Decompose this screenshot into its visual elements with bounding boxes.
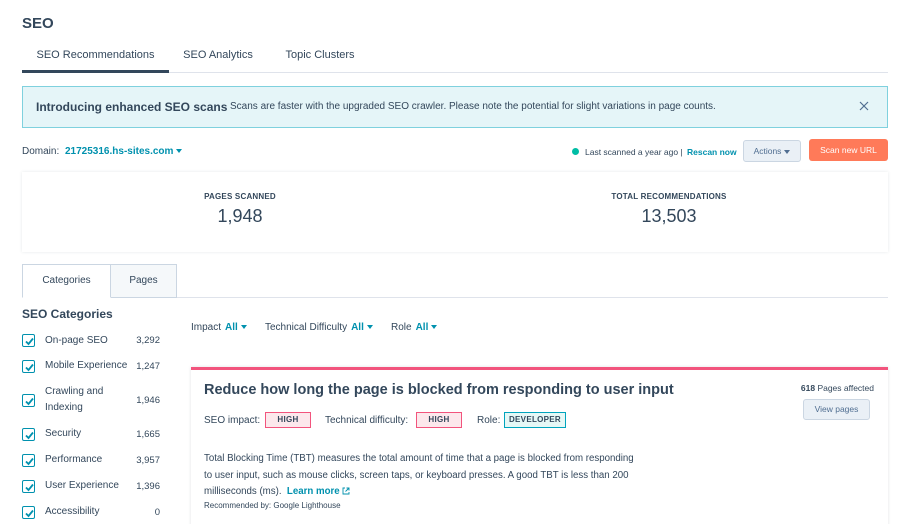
category-count: 1,247	[136, 360, 160, 372]
stats-card: PAGES SCANNED 1,948 TOTAL RECOMMENDATION…	[22, 172, 888, 252]
tab-seo-analytics[interactable]: SEO Analytics	[172, 40, 264, 73]
status-dot-icon	[572, 148, 579, 155]
tab-pages[interactable]: Pages	[111, 264, 177, 298]
external-link-icon	[342, 487, 350, 495]
category-count: 0	[154, 506, 160, 518]
role-label: Role:	[477, 415, 501, 426]
difficulty-label: Technical difficulty:	[325, 415, 409, 426]
learn-more-link[interactable]: Learn more	[287, 486, 350, 497]
role-badge: DEVELOPER	[504, 412, 566, 428]
domain-value: 21725316.hs-sites.com	[65, 146, 174, 157]
category-name: Performance	[45, 454, 103, 465]
category-name: Security	[45, 428, 82, 439]
close-icon[interactable]	[857, 99, 871, 113]
difficulty-filter[interactable]: Technical Difficulty All	[265, 322, 373, 333]
category-count: 1,946	[136, 394, 160, 406]
recommendation-title: Reduce how long the page is blocked from…	[204, 382, 674, 398]
scan-status: Last scanned a year ago |	[585, 147, 683, 157]
difficulty-filter-value[interactable]: All	[351, 322, 373, 333]
tab-categories[interactable]: Categories	[22, 264, 111, 298]
tab-seo-recommendations[interactable]: SEO Recommendations	[22, 40, 169, 73]
seo-impact-label: SEO impact:	[204, 415, 261, 426]
category-item[interactable]: Mobile Experience 1,247	[22, 353, 162, 379]
announcement-banner: Introducing enhanced SEO scans Scans are…	[22, 86, 888, 128]
category-item[interactable]: On-page SEO 3,292	[22, 328, 162, 353]
stat-value: 1,948	[217, 206, 263, 226]
domain-selector[interactable]: 21725316.hs-sites.com	[65, 146, 183, 157]
recommended-by: Recommended by: Google Lighthouse	[204, 501, 341, 510]
checkbox[interactable]	[22, 453, 35, 467]
difficulty-badge: HIGH	[416, 412, 462, 428]
chevron-down-icon	[176, 149, 183, 154]
category-name: Mobile Experience	[45, 360, 128, 371]
impact-filter[interactable]: Impact All	[191, 322, 247, 333]
view-tabs: Categories Pages	[22, 264, 888, 298]
stat-total-recommendations: TOTAL RECOMMENDATIONS 13,503	[594, 192, 744, 227]
impact-filter-value[interactable]: All	[225, 322, 247, 333]
category-count: 3,957	[136, 454, 160, 466]
stat-pages-scanned: PAGES SCANNED 1,948	[165, 192, 315, 227]
rescan-now-link[interactable]: Rescan now	[687, 147, 737, 157]
category-count: 1,396	[136, 480, 160, 492]
actions-button[interactable]: Actions	[743, 140, 801, 162]
checkmark-icon	[25, 337, 34, 346]
recommendation-card: Reduce how long the page is blocked from…	[191, 367, 888, 524]
checkbox[interactable]	[22, 359, 35, 373]
tab-topic-clusters[interactable]: Topic Clusters	[274, 40, 366, 73]
recommendation-description: Total Blocking Time (TBT) measures the t…	[204, 453, 634, 497]
category-item[interactable]: Crawling and Indexing 1,946	[22, 379, 162, 421]
chevron-down-icon	[240, 325, 247, 330]
checkbox[interactable]	[22, 479, 35, 493]
category-name: On-page SEO	[45, 334, 108, 346]
main-tabs: SEO Recommendations SEO Analytics Topic …	[22, 40, 888, 73]
checkmark-icon	[25, 509, 34, 517]
view-pages-button[interactable]: View pages	[803, 399, 870, 420]
category-count: 1,665	[136, 428, 160, 440]
checkbox[interactable]	[22, 393, 35, 407]
role-filter[interactable]: Role All	[391, 322, 438, 333]
role-filter-value[interactable]: All	[416, 322, 438, 333]
checkmark-icon	[25, 457, 34, 465]
stat-label: PAGES SCANNED	[204, 192, 276, 201]
banner-text: Scans are faster with the upgraded SEO c…	[230, 101, 716, 112]
category-item[interactable]: Security 1,665	[22, 421, 162, 447]
stat-value: 13,503	[641, 206, 697, 226]
categories-title: SEO Categories	[22, 307, 113, 321]
scan-new-url-button[interactable]: Scan new URL	[809, 139, 888, 161]
category-name: Accessibility	[45, 506, 100, 517]
checkmark-icon	[25, 483, 34, 491]
checkmark-icon	[25, 397, 34, 405]
category-name: User Experience	[45, 480, 119, 491]
chevron-down-icon	[784, 149, 791, 154]
chevron-down-icon	[366, 325, 373, 330]
category-item[interactable]: User Experience 1,396	[22, 473, 162, 499]
domain-row: Domain: 21725316.hs-sites.com Last scann…	[22, 139, 888, 163]
category-list: On-page SEO 3,292 Mobile Experience 1,24…	[22, 328, 162, 524]
category-item[interactable]: Performance 3,957	[22, 447, 162, 473]
checkbox[interactable]	[22, 427, 35, 441]
pages-affected: 618 Pages affected	[800, 383, 874, 393]
domain-label: Domain:	[22, 146, 60, 157]
stat-label: TOTAL RECOMMENDATIONS	[611, 192, 727, 201]
category-count: 3,292	[136, 335, 160, 346]
checkbox[interactable]	[22, 334, 35, 347]
category-item[interactable]: Accessibility 0	[22, 499, 162, 524]
chevron-down-icon	[431, 325, 438, 330]
page-title: SEO	[22, 15, 54, 32]
checkbox[interactable]	[22, 505, 35, 519]
checkmark-icon	[25, 363, 34, 371]
seo-impact-badge: HIGH	[265, 412, 311, 428]
category-name: Crawling and Indexing	[45, 386, 104, 413]
banner-title: Introducing enhanced SEO scans	[36, 100, 228, 114]
checkmark-icon	[25, 431, 34, 439]
